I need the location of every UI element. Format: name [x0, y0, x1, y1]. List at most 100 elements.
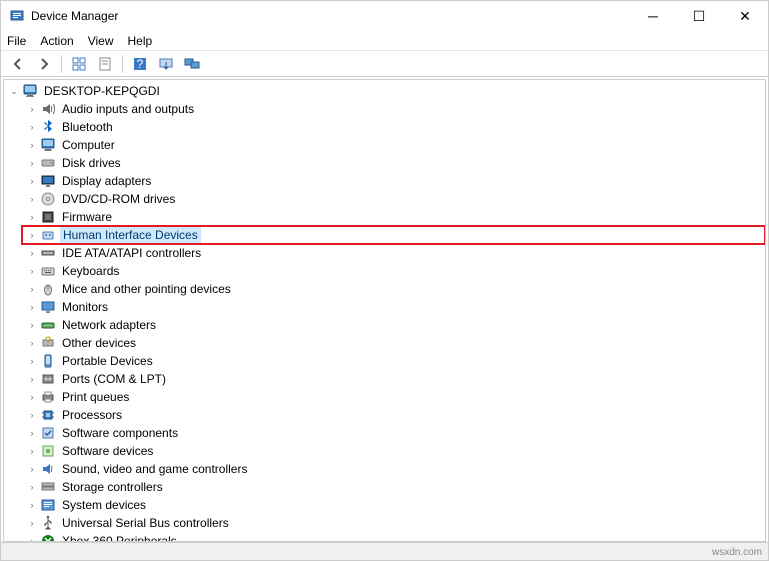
expand-icon[interactable]: ›: [26, 175, 38, 187]
category-label: System devices: [60, 498, 148, 512]
root-label: DESKTOP-KEPQGDI: [42, 84, 162, 98]
expand-icon[interactable]: ›: [26, 373, 38, 385]
expand-icon[interactable]: ›: [26, 301, 38, 313]
app-icon: [9, 8, 25, 24]
expand-icon[interactable]: ›: [26, 463, 38, 475]
help-button[interactable]: [128, 53, 152, 75]
category-firmware[interactable]: ›Firmware: [22, 208, 765, 226]
mouse-icon: [40, 281, 56, 297]
toolbar: [1, 51, 768, 77]
bluetooth-icon: [40, 119, 56, 135]
category-cpu[interactable]: ›Processors: [22, 406, 765, 424]
category-label: Bluetooth: [60, 120, 115, 134]
category-label: Monitors: [60, 300, 110, 314]
expand-icon[interactable]: ›: [26, 427, 38, 439]
menubar: File Action View Help: [1, 31, 768, 51]
category-label: Portable Devices: [60, 354, 155, 368]
category-label: Computer: [60, 138, 117, 152]
category-monitor[interactable]: › Monitors: [22, 298, 765, 316]
maximize-button[interactable]: ☐: [676, 1, 722, 31]
category-system[interactable]: › System devices: [22, 496, 765, 514]
portable-icon: [40, 353, 56, 369]
expand-icon[interactable]: ›: [26, 517, 38, 529]
category-print[interactable]: ›Print queues: [22, 388, 765, 406]
expand-icon[interactable]: ›: [26, 445, 38, 457]
swdev-icon: [40, 443, 56, 459]
keyboard-icon: [40, 263, 56, 279]
system-icon: [40, 497, 56, 513]
category-other[interactable]: ›Other devices: [22, 334, 765, 352]
expand-icon[interactable]: ›: [26, 103, 38, 115]
show-hidden-devices-button[interactable]: [180, 53, 204, 75]
category-label: Network adapters: [60, 318, 158, 332]
category-network[interactable]: › Network adapters: [22, 316, 765, 334]
category-label: Human Interface Devices: [60, 227, 201, 243]
category-ide[interactable]: ›IDE ATA/ATAPI controllers: [22, 244, 765, 262]
category-audio[interactable]: › Audio inputs and outputs: [22, 100, 765, 118]
category-storage[interactable]: ›Storage controllers: [22, 478, 765, 496]
menu-view[interactable]: View: [88, 34, 114, 48]
expand-icon[interactable]: ›: [26, 139, 38, 151]
expand-icon[interactable]: ›: [26, 319, 38, 331]
category-label: Audio inputs and outputs: [60, 102, 196, 116]
expand-icon[interactable]: ›: [26, 157, 38, 169]
category-dvd[interactable]: ›DVD/CD-ROM drives: [22, 190, 765, 208]
expand-icon[interactable]: ›: [26, 409, 38, 421]
category-usb[interactable]: ›Universal Serial Bus controllers: [22, 514, 765, 532]
menu-help[interactable]: Help: [128, 34, 153, 48]
audio-icon: [40, 101, 56, 117]
usb-icon: [40, 515, 56, 531]
category-swdev[interactable]: ›Software devices: [22, 442, 765, 460]
device-tree[interactable]: ⌄ DESKTOP-KEPQGDI › Audio inputs and outp…: [3, 79, 766, 542]
category-label: Ports (COM & LPT): [60, 372, 168, 386]
minimize-button[interactable]: ─: [630, 1, 676, 31]
hid-icon: [40, 227, 56, 243]
category-swcomp[interactable]: ›Software components: [22, 424, 765, 442]
show-hide-console-tree-button[interactable]: [67, 53, 91, 75]
expand-icon[interactable]: ›: [26, 499, 38, 511]
tree-root[interactable]: ⌄ DESKTOP-KEPQGDI: [4, 82, 765, 100]
category-display[interactable]: ›Display adapters: [22, 172, 765, 190]
scan-hardware-button[interactable]: [154, 53, 178, 75]
window-title: Device Manager: [31, 9, 630, 23]
category-keyboard[interactable]: ›Keyboards: [22, 262, 765, 280]
expand-icon[interactable]: ›: [26, 211, 38, 223]
sound-icon: [40, 461, 56, 477]
properties-button[interactable]: [93, 53, 117, 75]
print-icon: [40, 389, 56, 405]
category-xbox[interactable]: ›Xbox 360 Peripherals: [22, 532, 765, 542]
close-button[interactable]: ✕: [722, 1, 768, 31]
category-portable[interactable]: › Portable Devices: [22, 352, 765, 370]
computer-icon: [40, 137, 56, 153]
category-sound[interactable]: › Sound, video and game controllers: [22, 460, 765, 478]
expand-icon[interactable]: ›: [26, 337, 38, 349]
network-icon: [40, 317, 56, 333]
back-button[interactable]: [6, 53, 30, 75]
category-computer[interactable]: › Computer: [22, 136, 765, 154]
category-ports[interactable]: › Ports (COM & LPT): [22, 370, 765, 388]
ide-icon: [40, 245, 56, 261]
category-mouse[interactable]: ›Mice and other pointing devices: [22, 280, 765, 298]
expand-icon[interactable]: ›: [26, 535, 38, 542]
expand-icon[interactable]: ›: [26, 283, 38, 295]
expand-icon[interactable]: ›: [26, 481, 38, 493]
menu-file[interactable]: File: [7, 34, 26, 48]
statusbar: [1, 542, 768, 560]
expand-icon[interactable]: ›: [26, 193, 38, 205]
forward-button[interactable]: [32, 53, 56, 75]
ports-icon: [40, 371, 56, 387]
expand-icon[interactable]: ›: [26, 121, 38, 133]
expand-icon[interactable]: ›: [26, 355, 38, 367]
category-bluetooth[interactable]: › Bluetooth: [22, 118, 765, 136]
storage-icon: [40, 479, 56, 495]
menu-action[interactable]: Action: [40, 34, 73, 48]
category-disk[interactable]: ›Disk drives: [22, 154, 765, 172]
expand-icon[interactable]: ›: [26, 391, 38, 403]
category-label: Sound, video and game controllers: [60, 462, 249, 476]
collapse-icon[interactable]: ⌄: [8, 85, 20, 97]
expand-icon[interactable]: ›: [26, 247, 38, 259]
category-hid[interactable]: › Human Interface Devices: [22, 226, 765, 244]
expand-icon[interactable]: ›: [26, 265, 38, 277]
expand-icon[interactable]: ›: [26, 229, 38, 241]
disk-icon: [40, 155, 56, 171]
